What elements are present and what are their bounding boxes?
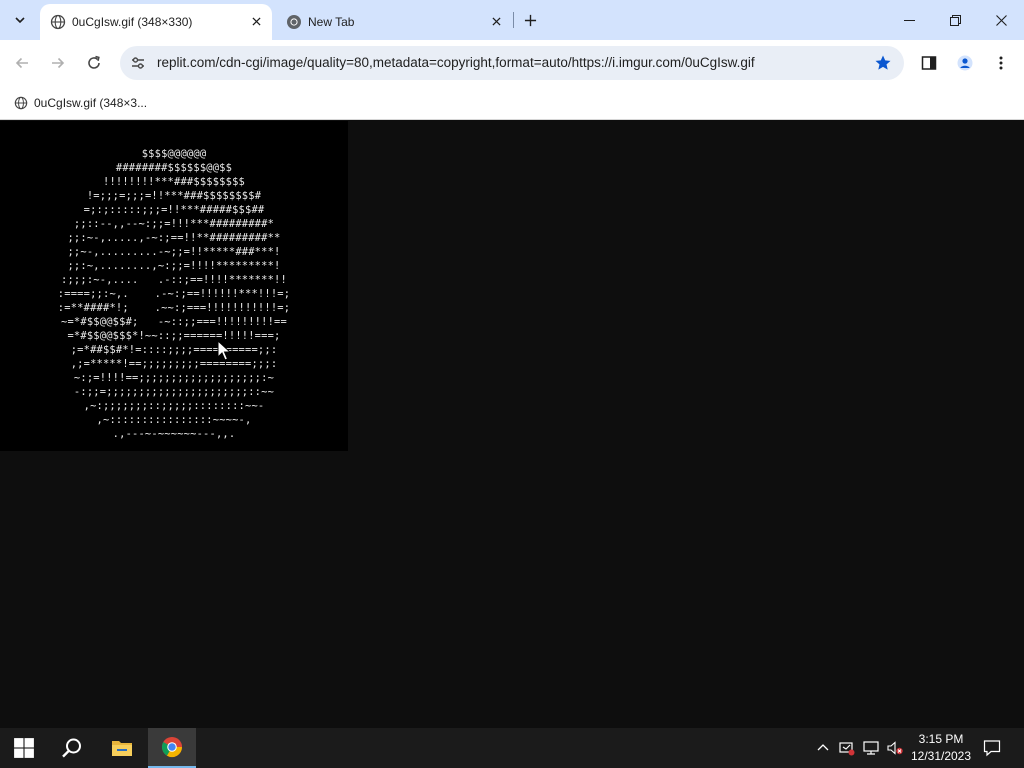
tray-security-button[interactable] xyxy=(837,738,857,758)
volume-button[interactable] xyxy=(885,738,905,758)
show-hidden-icons-button[interactable] xyxy=(813,738,833,758)
bookmark-star-icon[interactable] xyxy=(874,54,892,72)
menu-button[interactable] xyxy=(986,48,1016,78)
chrome-icon xyxy=(161,737,183,758)
address-bar[interactable]: replit.com/cdn-cgi/image/quality=80,meta… xyxy=(120,46,904,80)
new-tab-button[interactable] xyxy=(519,9,541,31)
close-icon xyxy=(995,14,1007,26)
mouse-cursor-icon xyxy=(217,340,231,361)
tab-gif[interactable]: 0uCgIsw.gif (348×330) xyxy=(40,4,272,40)
gif-image: $$$$@@@@@@ ########$$$$$$@@$$ !!!!!!!!**… xyxy=(0,121,348,451)
tab-separator xyxy=(513,12,514,28)
close-window-button[interactable] xyxy=(978,0,1024,40)
restore-icon xyxy=(949,14,961,26)
side-panel-icon xyxy=(921,56,937,70)
site-info-button[interactable] xyxy=(126,51,150,75)
tune-icon xyxy=(132,57,144,69)
tab-title: 0uCgIsw.gif (348×330) xyxy=(72,15,193,29)
search-button[interactable] xyxy=(48,728,96,768)
minimize-icon xyxy=(903,19,915,21)
volume-muted-icon xyxy=(887,741,903,755)
tab-close-button[interactable] xyxy=(488,13,504,29)
start-button[interactable] xyxy=(0,728,48,768)
browser-toolbar: replit.com/cdn-cgi/image/quality=80,meta… xyxy=(0,40,1024,86)
notification-center-button[interactable] xyxy=(978,736,1006,760)
network-button[interactable] xyxy=(861,738,881,758)
security-warning-icon xyxy=(839,742,855,756)
bookmark-item[interactable]: 0uCgIsw.gif (348×3... xyxy=(8,91,153,115)
plus-icon xyxy=(524,14,536,26)
tab-strip: 0uCgIsw.gif (348×330) New Tab xyxy=(0,0,1024,40)
chrome-icon xyxy=(287,15,301,29)
restore-button[interactable] xyxy=(932,0,978,40)
tab-title: New Tab xyxy=(308,15,355,29)
more-vert-icon xyxy=(999,56,1003,70)
chevron-up-icon xyxy=(817,744,829,751)
reload-button[interactable] xyxy=(78,47,110,79)
chrome-taskbar-button[interactable] xyxy=(148,728,196,768)
minimize-button[interactable] xyxy=(886,0,932,40)
folder-icon xyxy=(112,741,132,756)
windows-icon xyxy=(14,738,34,758)
close-icon xyxy=(251,16,261,26)
ascii-art: $$$$@@@@@@ ########$$$$$$@@$$ !!!!!!!!**… xyxy=(57,148,291,440)
file-explorer-button[interactable] xyxy=(98,728,146,768)
close-icon xyxy=(491,16,501,26)
system-clock[interactable]: 3:15 PM 12/31/2023 xyxy=(906,731,976,765)
clock-time: 3:15 PM xyxy=(918,732,964,746)
url-text[interactable]: replit.com/cdn-cgi/image/quality=80,meta… xyxy=(157,55,755,71)
arrow-right-icon xyxy=(52,57,65,69)
clock-date: 12/31/2023 xyxy=(910,749,972,763)
tab-new-tab[interactable]: New Tab xyxy=(276,4,512,40)
windows-taskbar: 3:15 PM 12/31/2023 xyxy=(0,728,1024,768)
globe-icon xyxy=(50,14,66,30)
globe-icon xyxy=(14,96,28,110)
tab-close-button[interactable] xyxy=(248,13,264,29)
tab-search-button[interactable] xyxy=(6,7,34,33)
forward-button[interactable] xyxy=(42,47,74,79)
chevron-down-icon xyxy=(15,17,25,24)
notification-icon xyxy=(983,740,1001,757)
bookmark-label: 0uCgIsw.gif (348×3... xyxy=(34,96,148,110)
page-content: $$$$@@@@@@ ########$$$$$$@@$$ !!!!!!!!**… xyxy=(0,121,1024,728)
back-button[interactable] xyxy=(6,47,38,79)
arrow-left-icon xyxy=(15,57,28,69)
avatar-icon xyxy=(957,55,973,71)
search-icon xyxy=(62,738,81,758)
network-icon xyxy=(863,741,879,755)
bookmarks-bar: 0uCgIsw.gif (348×3... xyxy=(0,86,1024,120)
reload-icon xyxy=(88,55,100,69)
profile-button[interactable] xyxy=(950,48,980,78)
side-panel-button[interactable] xyxy=(914,48,944,78)
